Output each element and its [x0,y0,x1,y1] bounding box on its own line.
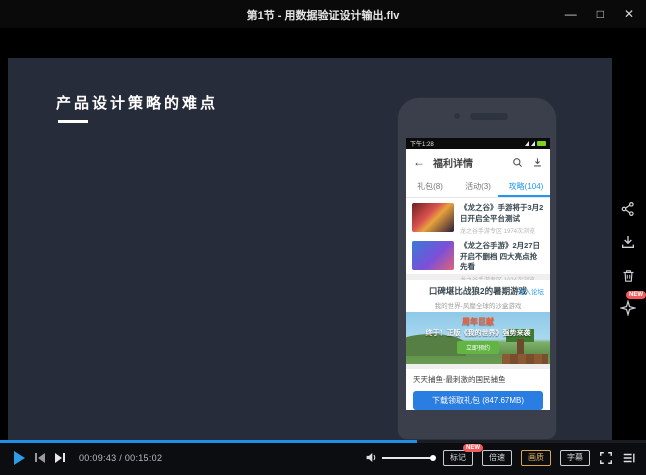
banner-dirt-art [502,354,548,364]
new-badge: NEW [463,444,483,452]
slide-title-underline [58,120,88,123]
volume-slider-handle[interactable] [430,455,436,461]
active-tab-indicator [498,195,550,197]
download-file-icon[interactable] [619,233,637,251]
speed-button-label: 倍速 [489,453,505,462]
next-triangle [55,453,62,463]
minimize-button[interactable]: — [565,8,577,20]
window-controls: — □ ✕ [565,0,634,28]
article-meta: 龙之谷手游专区 1974次浏览 [460,226,544,235]
article-item[interactable]: 《龙之谷手游》2月27日开启不删档 四大亮点抢先看 龙之谷手游专区 1024次浏… [406,236,550,274]
banner-badge: 周年巨献 [406,316,550,327]
next-bar [63,453,65,462]
speaker-icon[interactable] [365,451,378,464]
phone-mockup: 下午1:28 ← 福利详情 [397,97,557,440]
favorite-icon[interactable]: NEW [619,299,637,317]
next-button[interactable] [55,453,65,463]
fullscreen-icon[interactable] [599,451,613,465]
time-display: 00:09:43 / 00:15:02 [79,453,162,463]
transport-controls: 00:09:43 / 00:15:02 [14,440,162,475]
forum-section: 口碑堪比战狼2的暑期游戏 进入论坛 我的世界-风靡全球的沙盒游戏 [406,280,550,312]
article-title: 《龙之谷》手游将于3月2日开启全平台测试 [460,203,544,224]
tab-guides[interactable]: 攻略(104) [502,175,550,197]
article-thumbnail [412,241,454,270]
article-text: 《龙之谷》手游将于3月2日开启全平台测试 龙之谷手游专区 1974次浏览 [460,203,544,233]
article-item[interactable]: 《龙之谷》手游将于3月2日开启全平台测试 龙之谷手游专区 1974次浏览 [406,198,550,236]
quality-button[interactable]: 画质 [521,450,551,466]
minecraft-banner[interactable]: 周年巨献 终于！正版《我的世界》强势来袭 立即预约 [406,312,550,364]
slide-title: 产品设计策略的难点 [56,92,218,113]
video-area[interactable]: 产品设计策略的难点 下午1:28 ← [0,28,646,440]
subtitle-button-label: 字幕 [567,453,583,462]
status-time: 下午1:28 [410,139,434,148]
download-icon[interactable] [532,157,543,168]
window-title: 第1节 - 用数据验证设计输出.flv [0,7,646,23]
prev-bar [35,453,37,462]
phone-speaker-slot [470,113,508,120]
new-badge: NEW [626,291,646,299]
article-title: 《龙之谷手游》2月27日开启不删档 四大亮点抢先看 [460,241,544,273]
quality-button-label: 画质 [528,453,544,462]
tab-events[interactable]: 活动(3) [454,175,502,197]
back-arrow-icon[interactable]: ← [413,155,425,169]
close-button[interactable]: ✕ [624,8,634,20]
play-button[interactable] [14,451,25,465]
download-gift-button[interactable]: 下载领取礼包 (847.67MB) [413,391,543,410]
banner-reserve-button[interactable]: 立即预约 [457,341,499,354]
playlist-icon[interactable] [622,451,636,465]
mark-button-label: 标记 [450,453,466,462]
player-window: 第1节 - 用数据验证设计输出.flv — □ ✕ 产品设计策略的难点 下午1:… [0,0,646,475]
phone-camera-dot [454,113,460,119]
forum-link[interactable]: 进入论坛 [518,286,544,296]
forum-subtitle: 我的世界-风靡全球的沙盒游戏 [412,300,544,310]
delete-icon[interactable] [619,266,637,284]
article-text: 《龙之谷手游》2月27日开启不删档 四大亮点抢先看 龙之谷手游专区 1024次浏… [460,241,544,271]
tab-bar: 礼包(8) 活动(3) 攻略(104) [406,175,550,198]
settings-controls: 标记 NEW 倍速 画质 字幕 [365,440,636,475]
prev-triangle [38,453,45,463]
previous-button[interactable] [35,453,45,463]
tab-gift-packs[interactable]: 礼包(8) [406,175,454,197]
volume-control[interactable] [365,451,434,464]
app-bar-title: 福利详情 [433,155,473,170]
presentation-slide: 产品设计策略的难点 下午1:28 ← [8,58,612,440]
wifi-icon [525,141,529,146]
title-bar: 第1节 - 用数据验证设计输出.flv — □ ✕ [0,0,646,28]
volume-slider[interactable] [382,457,434,459]
status-icons [525,141,546,146]
speed-button[interactable]: 倍速 [482,450,512,466]
subtitle-button[interactable]: 字幕 [560,450,590,466]
article-thumbnail [412,203,454,232]
battery-icon [537,141,546,146]
share-icon[interactable] [619,200,637,218]
phone-screen: 下午1:28 ← 福利详情 [406,138,550,410]
signal-icon [531,141,535,146]
mark-button[interactable]: 标记 NEW [443,450,473,466]
maximize-button[interactable]: □ [597,8,604,20]
banner-trunk-art [517,339,524,354]
banner-headline: 终于！正版《我的世界》强势来袭 [406,328,550,338]
phone-status-bar: 下午1:28 [406,138,550,149]
control-bar: 00:09:43 / 00:15:02 标记 NEW 倍速 画质 字幕 [0,440,646,475]
promo-text: 天天捕鱼-最刺激的国民捕鱼 [406,369,550,387]
search-icon[interactable] [512,157,523,168]
side-toolbar: NEW [614,200,642,317]
phone-app-bar: ← 福利详情 [406,149,550,175]
app-bar-actions [512,157,543,168]
